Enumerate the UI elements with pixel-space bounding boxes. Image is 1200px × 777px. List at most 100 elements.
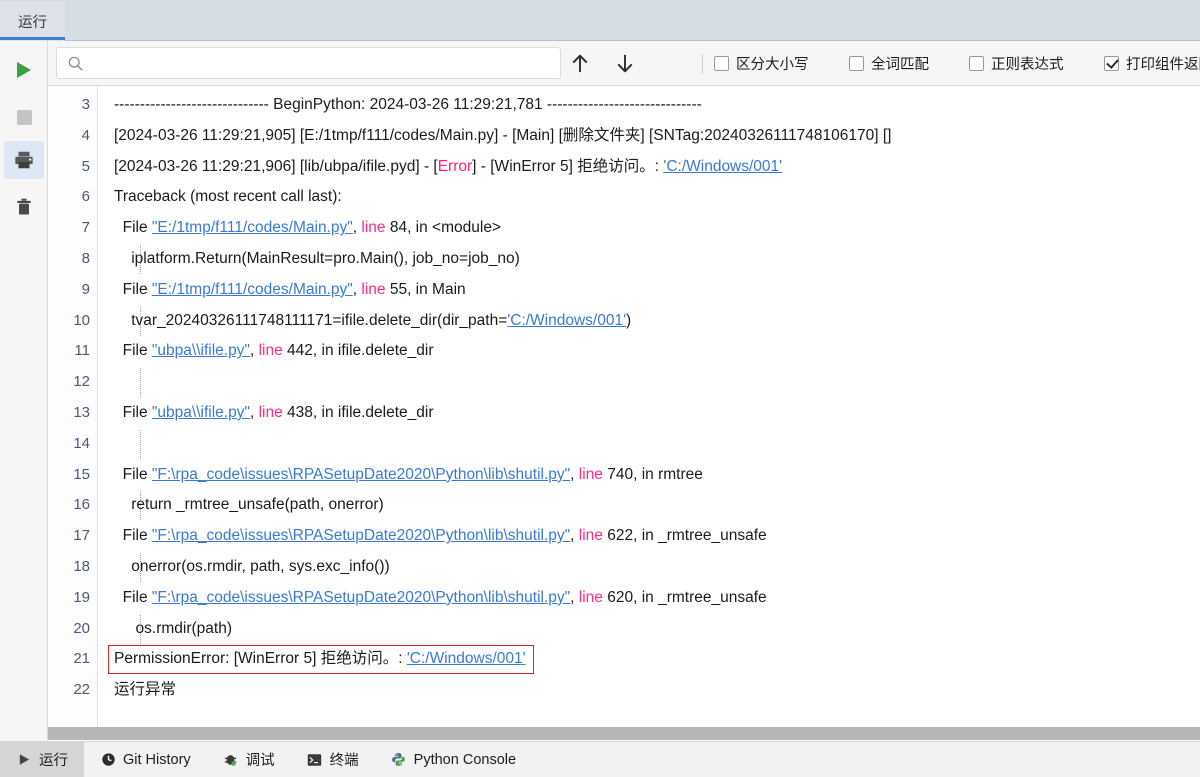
bottom-tab-run[interactable]: 运行: [0, 742, 84, 777]
bottom-tab-debug[interactable]: 调试: [207, 742, 291, 777]
console-line-text: File "E:/1tmp/f111/codes/Main.py", line …: [114, 275, 1200, 306]
console-line-text: iplatform.Return(MainResult=pro.Main(), …: [114, 244, 1200, 275]
option-regex[interactable]: 正则表达式: [969, 51, 1064, 75]
bottom-tab-python-console[interactable]: Python Console: [375, 742, 532, 777]
path-link[interactable]: "F:\rpa_code\issues\RPASetupDate2020\Pyt…: [152, 466, 570, 483]
keyword-token: line: [578, 465, 603, 483]
console-line: 18 onerror(os.rmdir, path, sys.exc_info(…: [48, 552, 1200, 583]
path-link[interactable]: "F:\rpa_code\issues\RPASetupDate2020\Pyt…: [152, 589, 570, 606]
path-link[interactable]: "E:/1tmp/f111/codes/Main.py": [152, 219, 353, 236]
left-toolbar: [0, 41, 48, 741]
console-line: 22 运行异常: [48, 675, 1200, 706]
console-output[interactable]: 3 ------------------------------ BeginPyt…: [48, 86, 1200, 727]
keyword-token: line: [258, 403, 283, 421]
tab-run[interactable]: 运行: [0, 2, 65, 41]
console-line-text: os.rmdir(path): [114, 614, 1200, 645]
text-token: ,: [570, 465, 579, 483]
path-link[interactable]: "F:\rpa_code\issues\RPASetupDate2020\Pyt…: [152, 527, 570, 544]
find-previous-button[interactable]: [566, 49, 594, 77]
arrow-up-icon: [572, 54, 588, 72]
text-token: PermissionError: [WinError 5] 拒绝访问。:: [114, 650, 407, 668]
console-line-text: tvar_20240326111748111171=ifile.delete_d…: [114, 306, 1200, 337]
stop-button[interactable]: [4, 98, 44, 136]
print-return-value-checkbox[interactable]: [1104, 55, 1119, 71]
whole-word-label: 全词匹配: [871, 56, 929, 73]
indent-guide: [140, 429, 141, 459]
text-token: os.rmdir(path): [114, 619, 232, 637]
print-return-value-label: 打印组件返回值: [1126, 56, 1200, 73]
line-number: 15: [73, 465, 90, 483]
console-line: 12: [48, 367, 1200, 398]
console-line-text: File "ubpa\\ifile.py", line 438, in ifil…: [114, 398, 1200, 429]
line-number: 13: [73, 403, 90, 421]
top-tab-strip: 运行: [0, 0, 1200, 41]
path-link[interactable]: "E:/1tmp/f111/codes/Main.py": [152, 281, 353, 298]
line-number: 8: [81, 249, 90, 267]
horizontal-scrollbar-thumb[interactable]: [48, 727, 1200, 740]
console-line: 11 File "ubpa\\ifile.py", line 442, in i…: [48, 336, 1200, 367]
console-line-text: onerror(os.rmdir, path, sys.exc_info()): [114, 552, 1200, 583]
bottom-tab-debug-label: 调试: [245, 753, 275, 769]
path-link[interactable]: 'C:/Windows/001': [407, 650, 526, 667]
console-line: 14: [48, 429, 1200, 460]
keyword-token: line: [578, 527, 603, 545]
console-line: 13 File "ubpa\\ifile.py", line 438, in i…: [48, 398, 1200, 429]
line-number: 5: [81, 157, 90, 175]
search-box[interactable]: [56, 47, 561, 79]
text-token: File: [114, 527, 152, 545]
regex-checkbox[interactable]: [969, 55, 984, 71]
path-link[interactable]: 'C:/Windows/001': [663, 158, 782, 175]
tab-run-active-indicator: [0, 37, 65, 40]
console-line: 21 PermissionError: [WinError 5] 拒绝访问。: '…: [48, 644, 1200, 675]
print-button[interactable]: [4, 141, 44, 179]
find-toolbar: 区分大小写 全词匹配 正则表达式 打印组件返回值: [48, 41, 1200, 86]
line-number: 9: [81, 280, 90, 298]
match-case-checkbox[interactable]: [714, 55, 729, 71]
text-token: [2024-03-26 11:29:21,906] [lib/ubpa/ifil…: [114, 157, 438, 175]
text-token: 442, in ifile.delete_dir: [282, 342, 434, 360]
console-line-text: File "F:\rpa_code\issues\RPASetupDate202…: [114, 583, 1200, 614]
bug-icon: [223, 752, 239, 768]
text-token: 55, in Main: [385, 280, 466, 298]
match-case-label: 区分大小写: [736, 56, 809, 73]
find-next-button[interactable]: [611, 49, 639, 77]
run-button[interactable]: [4, 51, 44, 89]
console-line-text: [2024-03-26 11:29:21,906] [lib/ubpa/ifil…: [114, 152, 1200, 183]
horizontal-scrollbar[interactable]: [48, 727, 1200, 740]
console-line: 19 File "F:\rpa_code\issues\RPASetupDate…: [48, 583, 1200, 614]
console-line: 3 ------------------------------ BeginPyt…: [48, 90, 1200, 121]
line-number: 4: [81, 126, 90, 144]
line-number: 19: [73, 588, 90, 606]
bottom-tab-git-history[interactable]: Git History: [84, 742, 207, 777]
text-token: onerror(os.rmdir, path, sys.exc_info()): [114, 557, 390, 575]
path-link[interactable]: "ubpa\\ifile.py": [152, 404, 250, 421]
keyword-token: line: [361, 280, 386, 298]
keyword-token: line: [361, 219, 386, 237]
option-whole-word[interactable]: 全词匹配: [849, 51, 929, 75]
bottom-tab-git-history-label: Git History: [123, 751, 191, 768]
path-link[interactable]: "ubpa\\ifile.py": [152, 342, 250, 359]
regex-label: 正则表达式: [991, 56, 1064, 73]
option-match-case[interactable]: 区分大小写: [714, 51, 809, 75]
console-line: 4 [2024-03-26 11:29:21,905] [E:/1tmp/f111…: [48, 121, 1200, 152]
option-print-return-value[interactable]: 打印组件返回值: [1104, 51, 1200, 75]
text-token: ,: [570, 588, 579, 606]
line-number: 17: [73, 527, 90, 545]
text-token: 620, in _rmtree_unsafe: [602, 588, 767, 606]
path-link[interactable]: 'C:/Windows/001': [507, 312, 626, 329]
indent-guide: [140, 368, 141, 398]
printer-icon: [15, 151, 33, 169]
clear-button[interactable]: [4, 188, 44, 226]
whole-word-checkbox[interactable]: [849, 55, 864, 71]
toolbar-separator: [702, 54, 703, 74]
console-line: 20 os.rmdir(path): [48, 614, 1200, 645]
console-line: 6 Traceback (most recent call last):: [48, 182, 1200, 213]
search-input[interactable]: [92, 49, 560, 77]
line-number: 7: [81, 219, 90, 237]
bottom-tab-terminal[interactable]: 终端: [291, 742, 375, 777]
console-line-text: 运行异常: [114, 675, 1200, 706]
trash-icon: [17, 198, 31, 215]
line-number: 11: [74, 342, 90, 360]
line-number: 6: [81, 188, 90, 206]
text-token: 438, in ifile.delete_dir: [282, 403, 434, 421]
